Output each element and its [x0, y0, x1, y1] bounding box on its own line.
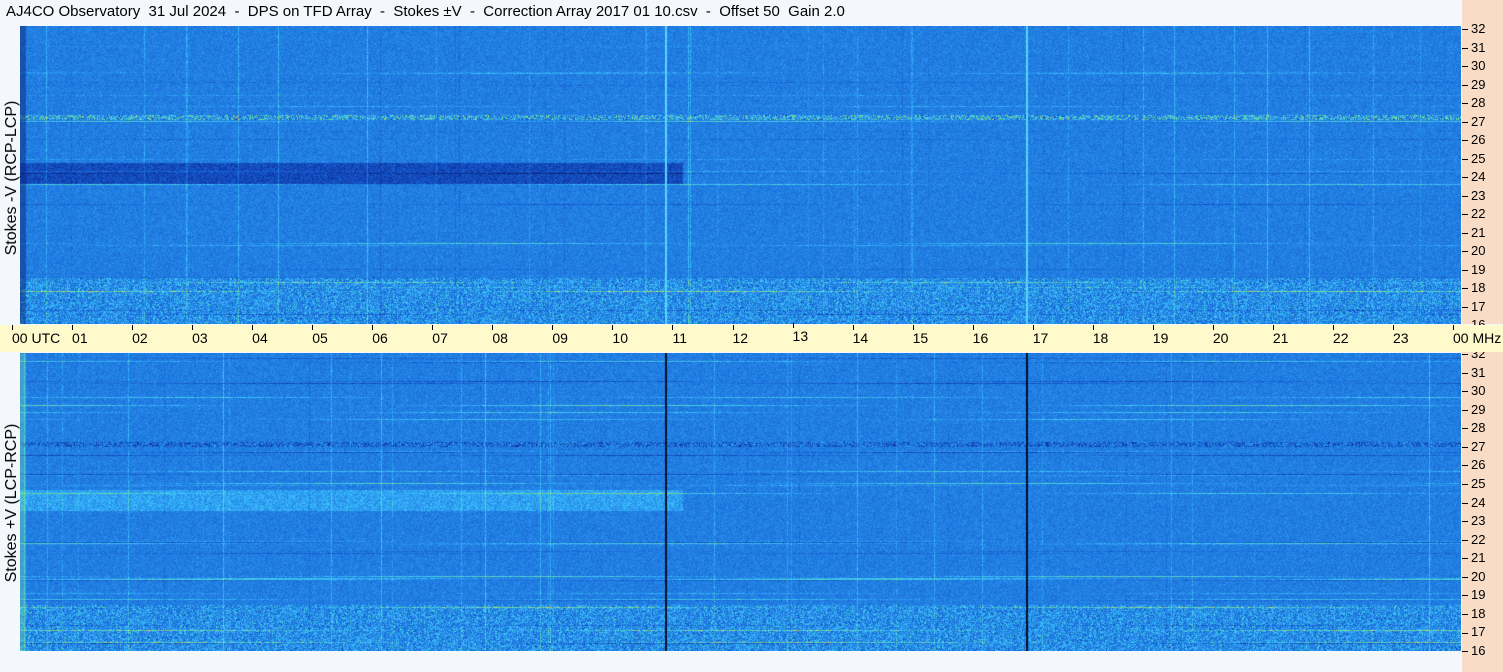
time-tick: 06: [372, 325, 388, 346]
time-tick: 01: [72, 325, 88, 346]
time-tick: 07: [432, 325, 448, 346]
freq-tick: 23: [1462, 514, 1485, 527]
freq-tick: 18: [1462, 607, 1485, 620]
freq-tick: 22: [1462, 533, 1485, 546]
freq-tick: 18: [1462, 281, 1485, 294]
time-tick: 09: [552, 325, 568, 346]
time-tick: 13: [792, 323, 809, 344]
time-tick: 22: [1332, 325, 1349, 346]
freq-tick: 29: [1462, 403, 1485, 416]
time-tick: 00 UTC: [12, 325, 61, 346]
freq-tick: 28: [1462, 96, 1485, 109]
time-tick: 03: [192, 325, 208, 346]
freq-tick: 24: [1462, 170, 1485, 183]
time-tick: 17: [1032, 325, 1049, 346]
freq-tick: 21: [1462, 226, 1485, 239]
time-tick: 02: [132, 325, 148, 346]
time-tick: 23: [1392, 325, 1409, 346]
freq-tick: 25: [1462, 152, 1485, 165]
frequency-axis-bottom: 32 31 30 29 28 27 26 25 24 23 22 21 20 19 18 17 16: [1462, 347, 1503, 672]
time-axis: 00 UTC 01 02 03 04 05 06 07 08 09 10 11 12 13 14 15 16 17…: [0, 323, 1503, 352]
time-tick: 18: [1092, 325, 1109, 346]
chart-title: AJ4CO Observatory 31 Jul 2024 - DPS on T…: [6, 3, 845, 20]
panel-label-bottom: Stokes +V (LCP-RCP): [3, 423, 20, 583]
time-tick: 05: [312, 325, 328, 346]
freq-tick: 26: [1462, 133, 1485, 146]
freq-tick: 27: [1462, 440, 1485, 453]
freq-tick: 22: [1462, 207, 1485, 220]
freq-tick: 17: [1462, 300, 1485, 313]
freq-tick: 16: [1462, 644, 1485, 657]
time-tick: 16: [972, 325, 989, 346]
time-tick: 08: [492, 325, 508, 346]
time-tick: 15: [912, 325, 929, 346]
freq-tick: 29: [1462, 78, 1485, 91]
freq-tick: 27: [1462, 115, 1485, 128]
freq-tick: 31: [1462, 41, 1485, 54]
freq-tick: 24: [1462, 496, 1485, 509]
freq-tick: 19: [1462, 263, 1485, 276]
freq-tick: 20: [1462, 244, 1485, 257]
time-tick: 00 MHz: [1453, 325, 1502, 346]
time-tick: 10: [612, 325, 628, 346]
time-tick: 19: [1152, 325, 1169, 346]
freq-tick: 32: [1462, 22, 1485, 35]
frequency-axis-top: 3231302928272625242322212019181716: [1462, 0, 1503, 331]
heatmap-bottom: [20, 353, 1461, 651]
time-tick: 21: [1272, 325, 1289, 346]
time-tick: 20: [1212, 325, 1229, 346]
freq-tick: 20: [1462, 570, 1485, 583]
freq-tick: 30: [1462, 59, 1485, 72]
freq-tick: 21: [1462, 551, 1485, 564]
spectrogram-bottom: [20, 353, 1461, 651]
freq-tick: 30: [1462, 384, 1485, 397]
time-tick: 04: [252, 325, 268, 346]
time-tick: 12: [732, 325, 749, 346]
freq-tick: 31: [1462, 366, 1485, 379]
spectrogram-top: [20, 26, 1461, 324]
heatmap-top: [20, 26, 1461, 324]
freq-tick: 28: [1462, 421, 1485, 434]
freq-tick: 19: [1462, 588, 1485, 601]
panel-label-top: Stokes -V (RCP-LCP): [3, 100, 20, 256]
freq-tick: 25: [1462, 477, 1485, 490]
freq-tick: 17: [1462, 625, 1485, 638]
time-tick: 11: [672, 325, 687, 346]
freq-tick: 23: [1462, 189, 1485, 202]
time-tick: 14: [852, 325, 869, 346]
freq-tick: 26: [1462, 458, 1485, 471]
